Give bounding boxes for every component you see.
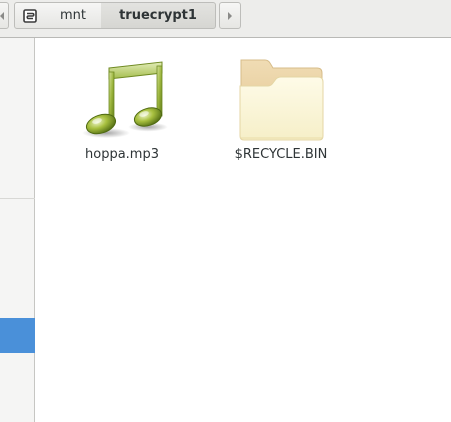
pathbar-segment-label: mnt	[60, 8, 86, 23]
drive-icon	[23, 8, 37, 23]
file-name-label: $RECYCLE.BIN	[234, 147, 328, 162]
chevron-right-icon	[228, 11, 232, 20]
sidebar-item-selected[interactable]	[0, 318, 35, 353]
pathbar-root-button[interactable]	[14, 2, 46, 29]
sidebar-separator	[0, 198, 35, 199]
folder-icon	[235, 56, 327, 144]
audio-file-icon	[76, 56, 168, 144]
chevron-left-icon	[0, 11, 4, 20]
pathbar-segment-current[interactable]: truecrypt1	[101, 2, 216, 29]
file-item-recycle-bin[interactable]: $RECYCLE.BIN	[221, 56, 341, 162]
file-item-hoppa-mp3[interactable]: hoppa.mp3	[62, 56, 182, 162]
sidebar	[0, 38, 35, 422]
pathbar-segment-label: truecrypt1	[119, 8, 197, 23]
path-bar: mnt truecrypt1	[0, 0, 451, 38]
file-name-label: hoppa.mp3	[85, 147, 159, 162]
file-view: hoppa.mp3 $RECYCLE.BIN	[36, 39, 451, 422]
file-manager-window: mnt truecrypt1 hoppa.mp3 $RECYCLE.BIN	[0, 0, 451, 422]
pathbar-scroll-left-button[interactable]	[0, 2, 9, 29]
pathbar-segment-mnt[interactable]: mnt	[45, 2, 102, 29]
pathbar-scroll-right-button[interactable]	[219, 2, 241, 29]
